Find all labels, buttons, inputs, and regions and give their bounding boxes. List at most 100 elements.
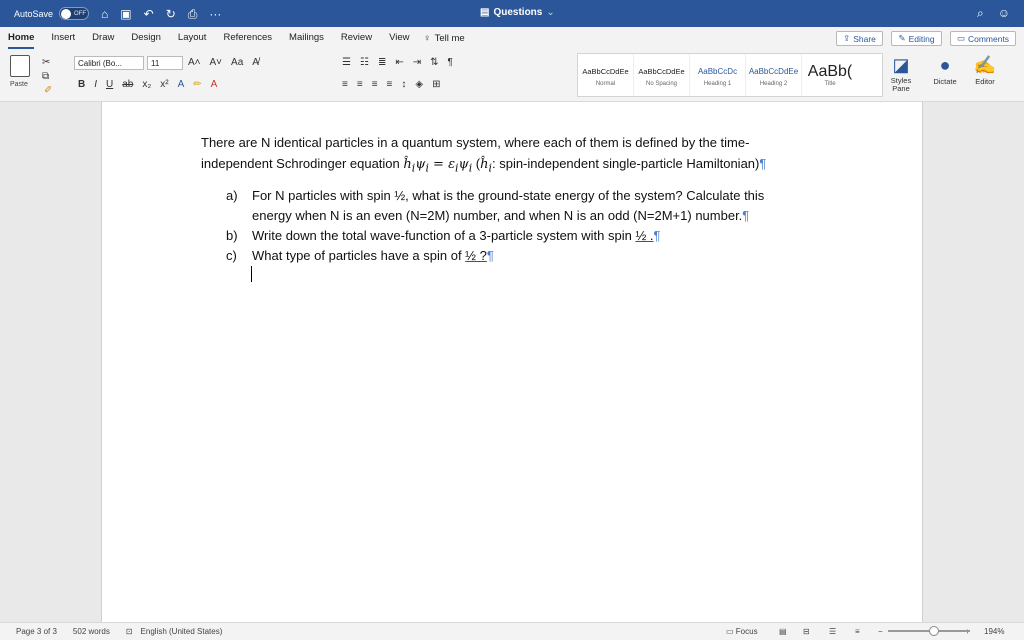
- web-layout-icon[interactable]: ⊟: [803, 627, 810, 636]
- question-list: a) For N particles with spin ½, what is t…: [226, 186, 826, 266]
- style-name: No Spacing: [645, 81, 678, 87]
- shading-icon[interactable]: ◈: [415, 79, 423, 90]
- tab-layout[interactable]: Layout: [178, 27, 207, 49]
- pencil-icon: ✎: [898, 33, 906, 43]
- style-title[interactable]: AaBb(Title: [802, 54, 858, 96]
- tell-me[interactable]: ♀ Tell me: [423, 33, 464, 44]
- list-item: a) For N particles with spin ½, what is t…: [226, 186, 826, 226]
- style-preview: AaBbCcDdEe: [748, 67, 799, 76]
- superscript-icon[interactable]: x²: [160, 79, 168, 90]
- style-heading-1[interactable]: AaBbCcDc Heading 1: [690, 54, 746, 96]
- tab-insert[interactable]: Insert: [51, 27, 75, 49]
- editing-button[interactable]: ✎ Editing: [891, 31, 942, 46]
- align-right-icon[interactable]: ≡: [372, 79, 378, 90]
- document-title[interactable]: ▤ Questions ⌄: [480, 7, 555, 18]
- share-label: Share: [853, 33, 876, 44]
- tab-design[interactable]: Design: [131, 27, 161, 49]
- line-spacing-icon[interactable]: ↕: [401, 79, 406, 90]
- zoom-slider-thumb[interactable]: [929, 626, 939, 636]
- cut-icon[interactable]: ✂: [42, 57, 50, 68]
- tab-home[interactable]: Home: [8, 27, 35, 49]
- dictate-button[interactable]: ● Dictate: [928, 53, 962, 86]
- style-normal[interactable]: AaBbCcDdEe Normal: [578, 54, 634, 96]
- font-format-tools: B I U ab x₂ x² A ✏ A: [78, 79, 217, 90]
- indent-icon[interactable]: ⇤: [395, 57, 403, 68]
- account-icon[interactable]: ☺: [998, 6, 1010, 21]
- borders-icon[interactable]: ⊞: [432, 79, 440, 90]
- sort-icon[interactable]: ⇅: [430, 57, 438, 68]
- search-icon[interactable]: ⌕: [977, 6, 984, 21]
- paragraph-tools-bottom: ≡ ≡ ≡ ≡ ↕ ◈ ⊞: [342, 79, 440, 90]
- outline-icon[interactable]: ☰: [829, 627, 836, 636]
- grow-font-icon[interactable]: A˄: [188, 57, 201, 68]
- page-count[interactable]: Page 3 of 3: [16, 627, 57, 636]
- font-size-select[interactable]: 11: [147, 56, 183, 70]
- document-title-text: Questions: [493, 7, 543, 18]
- pilcrow-icon[interactable]: ¶: [448, 57, 453, 68]
- font-color-icon[interactable]: A: [211, 79, 218, 90]
- multilevel-icon[interactable]: ≣: [378, 57, 386, 68]
- zoom-level[interactable]: 194%: [984, 627, 1004, 636]
- comments-button[interactable]: ▭ Comments: [950, 31, 1016, 46]
- tab-mailings[interactable]: Mailings: [289, 27, 324, 49]
- clear-format-icon[interactable]: A̸: [252, 57, 259, 68]
- highlight-icon[interactable]: ✏: [193, 79, 201, 90]
- strikethrough-icon[interactable]: ab: [122, 79, 133, 90]
- more-icon[interactable]: ···: [209, 8, 221, 20]
- ribbon: Paste ✂ ⧉ ✐ Calibri (Bo... 11 A˄ A˅ Aa A…: [0, 49, 1024, 102]
- draft-icon[interactable]: ≡: [855, 627, 860, 636]
- language[interactable]: English (United States): [141, 627, 223, 636]
- document-icon: ▤: [480, 7, 490, 18]
- justify-icon[interactable]: ≡: [387, 79, 393, 90]
- list-line: For N particles with spin ½, what is the…: [252, 188, 765, 203]
- style-heading-2[interactable]: AaBbCcDdEe Heading 2: [746, 54, 802, 96]
- numbering-icon[interactable]: ☷: [360, 57, 369, 68]
- print-icon[interactable]: ⎙: [188, 8, 198, 20]
- toggle-knob: [61, 8, 72, 19]
- pilcrow-mark: ¶: [653, 228, 661, 243]
- underline-icon[interactable]: U: [106, 79, 113, 90]
- bullets-icon[interactable]: ☰: [342, 57, 351, 68]
- undo-icon[interactable]: ↶: [144, 8, 154, 20]
- font-name-select[interactable]: Calibri (Bo...: [74, 56, 144, 70]
- subscript-icon[interactable]: x₂: [142, 79, 151, 90]
- tab-draw[interactable]: Draw: [92, 27, 114, 49]
- shrink-font-icon[interactable]: A˅: [210, 57, 223, 68]
- editor-button[interactable]: ✍ Editor: [970, 53, 1000, 86]
- editor-icon: ✍: [973, 55, 997, 75]
- share-button[interactable]: ⇪ Share: [836, 31, 883, 46]
- proofing-icon[interactable]: ⊡: [126, 627, 133, 636]
- style-preview: AaBbCcDdEe: [638, 67, 685, 76]
- hamiltonian-inline: ĥi: [480, 157, 492, 175]
- style-no-spacing[interactable]: AaBbCcDdEe No Spacing: [634, 54, 690, 96]
- align-left-icon[interactable]: ≡: [342, 79, 348, 90]
- focus-button[interactable]: ▭ Focus: [726, 627, 758, 636]
- styles-pane-button[interactable]: ◪ Styles Pane: [886, 53, 916, 93]
- tab-references[interactable]: References: [223, 27, 272, 49]
- style-name: Normal: [595, 81, 616, 87]
- tab-view[interactable]: View: [389, 27, 409, 49]
- text-effects-icon[interactable]: A: [178, 79, 185, 90]
- home-icon[interactable]: ⌂: [101, 8, 108, 20]
- autosave-label: AutoSave: [14, 8, 54, 19]
- copy-icon[interactable]: ⧉: [42, 71, 49, 82]
- redo-icon[interactable]: ↻: [166, 8, 176, 20]
- font-size-tools: A˄ A˅ Aa A̸: [188, 57, 259, 68]
- format-painter-icon[interactable]: ✐: [44, 85, 52, 96]
- italic-icon[interactable]: I: [94, 79, 97, 90]
- paste-button[interactable]: [10, 55, 30, 77]
- save-icon[interactable]: ▣: [120, 8, 131, 20]
- pilcrow-mark: ¶: [742, 208, 750, 223]
- list-line: Write down the total wave-function of a …: [252, 228, 636, 243]
- change-case-icon[interactable]: Aa: [231, 57, 243, 68]
- zoom-out-icon[interactable]: −: [878, 627, 883, 636]
- bold-icon[interactable]: B: [78, 79, 85, 90]
- print-layout-icon[interactable]: ▤: [779, 627, 787, 636]
- align-center-icon[interactable]: ≡: [357, 79, 363, 90]
- tab-review[interactable]: Review: [341, 27, 372, 49]
- outdent-icon[interactable]: ⇥: [413, 57, 421, 68]
- list-item-text: Write down the total wave-function of a …: [252, 226, 661, 246]
- autosave-toggle[interactable]: OFF: [59, 7, 90, 20]
- word-count[interactable]: 502 words: [73, 627, 110, 636]
- document-page[interactable]: There are N identical particles in a qua…: [101, 102, 923, 622]
